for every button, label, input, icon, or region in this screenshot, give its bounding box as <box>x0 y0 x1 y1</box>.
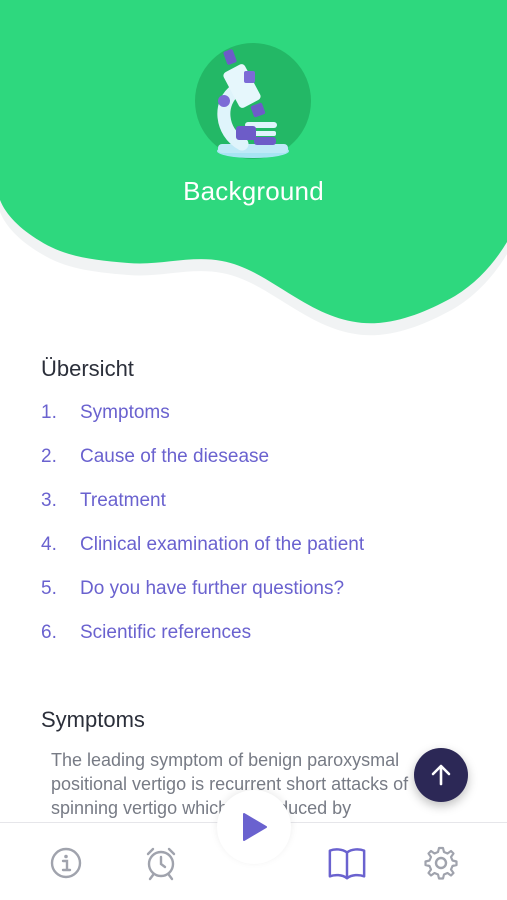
toc-link[interactable]: Clinical examination of the patient <box>80 534 364 556</box>
table-of-contents: 1. Symptoms 2. Cause of the diesease 3. … <box>41 402 364 666</box>
tab-settings[interactable] <box>421 843 461 883</box>
toc-item-further-questions[interactable]: 5. Do you have further questions? <box>41 578 364 622</box>
toc-link[interactable]: Cause of the diesease <box>80 446 269 468</box>
microscope-icon <box>195 43 311 159</box>
toc-link[interactable]: Scientific references <box>80 622 251 644</box>
arrow-up-icon <box>431 764 451 786</box>
toc-link[interactable]: Do you have further questions? <box>80 578 344 600</box>
toc-item-scientific-references[interactable]: 6. Scientific references <box>41 622 364 666</box>
toc-item-cause[interactable]: 2. Cause of the diesease <box>41 446 364 490</box>
toc-item-number: 4. <box>41 534 57 555</box>
info-icon <box>50 847 82 879</box>
toc-link[interactable]: Symptoms <box>80 402 170 424</box>
scroll-to-top-button[interactable] <box>414 748 468 802</box>
tab-alarm[interactable] <box>141 843 181 883</box>
play-button[interactable] <box>217 790 291 864</box>
page-title: Background <box>183 176 324 206</box>
toc-item-number: 6. <box>41 622 57 643</box>
toc-link[interactable]: Treatment <box>80 490 166 512</box>
play-icon <box>243 813 267 841</box>
toc-item-clinical-examination[interactable]: 4. Clinical examination of the patient <box>41 534 364 578</box>
book-icon <box>328 848 366 880</box>
alarm-clock-icon <box>146 847 176 881</box>
section-heading-symptoms: Symptoms <box>41 707 145 732</box>
tab-info[interactable] <box>46 843 86 883</box>
tab-library[interactable] <box>327 843 367 883</box>
header-banner: Background <box>0 0 507 340</box>
toc-item-symptoms[interactable]: 1. Symptoms <box>41 402 364 446</box>
toc-item-treatment[interactable]: 3. Treatment <box>41 490 364 534</box>
toc-item-number: 3. <box>41 490 57 511</box>
toc-item-number: 1. <box>41 402 57 423</box>
toc-item-number: 5. <box>41 578 57 599</box>
toc-item-number: 2. <box>41 446 57 467</box>
settings-icon <box>424 846 458 880</box>
overview-heading: Übersicht <box>41 356 134 381</box>
